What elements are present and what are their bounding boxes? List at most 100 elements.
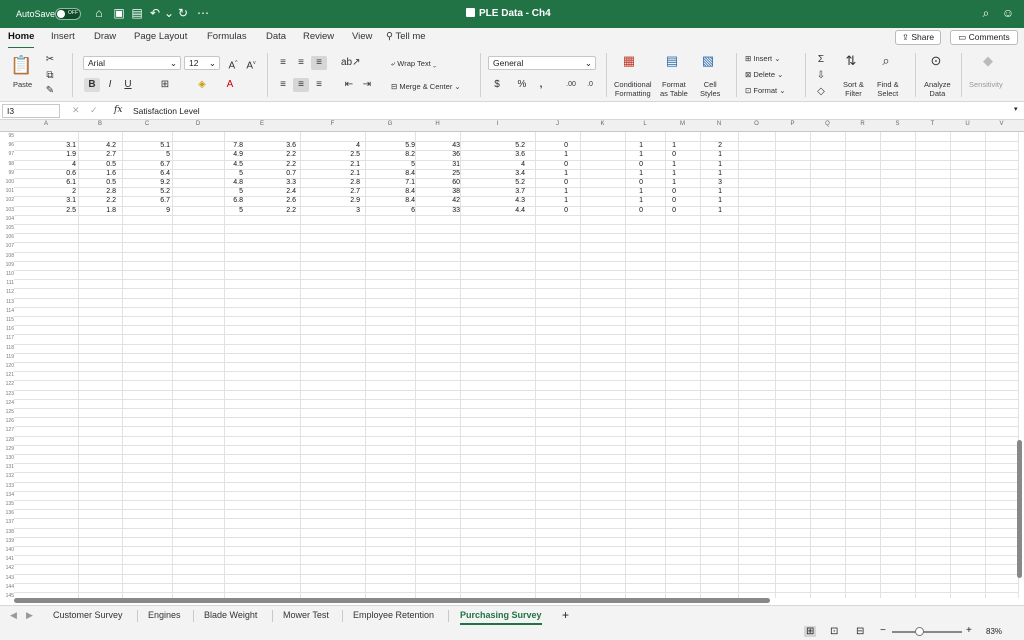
table-cell[interactable]: 2.1 (322, 161, 360, 168)
prev-sheet-icon[interactable]: ◀ (10, 610, 17, 621)
add-sheet-icon[interactable]: + (562, 608, 569, 622)
tab-home[interactable]: Home (8, 31, 35, 49)
row-header[interactable]: 108 (0, 253, 14, 261)
table-cell[interactable]: 3 (322, 207, 360, 214)
row-header[interactable]: 125 (0, 409, 14, 417)
table-cell[interactable]: 2.2 (258, 207, 296, 214)
table-cell[interactable]: 2.8 (78, 188, 116, 195)
row-header[interactable]: 132 (0, 473, 14, 481)
paste-icon[interactable]: 📋 (10, 54, 32, 76)
table-cell[interactable]: 0 (530, 179, 568, 186)
table-cell[interactable]: 2.2 (78, 197, 116, 204)
table-cell[interactable]: 6.7 (132, 161, 170, 168)
table-cell[interactable]: 1 (684, 170, 722, 177)
table-cell[interactable]: 2 (38, 188, 76, 195)
align-left-icon[interactable]: ≡ (275, 78, 291, 92)
row-header[interactable]: 128 (0, 437, 14, 445)
cell-styles-icon[interactable]: ▧ (700, 54, 716, 68)
sheet-tab-purchasing-survey[interactable]: Purchasing Survey (460, 610, 542, 625)
conditional-formatting-button[interactable]: Conditional Formatting (614, 80, 652, 98)
table-cell[interactable]: 5 (132, 151, 170, 158)
zoom-out-icon[interactable]: − (880, 625, 886, 636)
row-header[interactable]: 136 (0, 510, 14, 518)
table-cell[interactable]: 2.7 (322, 188, 360, 195)
table-cell[interactable]: 0.5 (78, 179, 116, 186)
share-button[interactable]: ⇪ Share (895, 30, 941, 45)
column-header[interactable]: J (535, 121, 580, 127)
table-cell[interactable]: 1 (684, 161, 722, 168)
fill-icon[interactable]: ⇩ (813, 69, 829, 83)
table-cell[interactable]: 5.9 (377, 142, 415, 149)
normal-view-icon[interactable]: ⊞ (804, 626, 817, 637)
table-cell[interactable]: 0 (638, 197, 676, 204)
table-cell[interactable]: 5.2 (487, 179, 525, 186)
table-cell[interactable]: 5.2 (487, 142, 525, 149)
table-cell[interactable]: 1 (684, 207, 722, 214)
sheet-tab-mower-test[interactable]: Mower Test (283, 610, 329, 620)
table-cell[interactable]: 3 (684, 179, 722, 186)
table-cell[interactable]: 1 (530, 170, 568, 177)
tab-page-layout[interactable]: Page Layout (134, 31, 187, 42)
row-header[interactable]: 113 (0, 299, 14, 307)
table-cell[interactable]: 3.4 (487, 170, 525, 177)
print-icon[interactable]: ▤ (130, 6, 144, 20)
row-header[interactable]: 130 (0, 455, 14, 463)
table-cell[interactable]: 4.4 (487, 207, 525, 214)
table-cell[interactable]: 0.5 (78, 161, 116, 168)
column-header[interactable]: C (122, 121, 172, 127)
column-header[interactable]: B (78, 121, 122, 127)
row-header[interactable]: 101 (0, 188, 14, 196)
column-header[interactable]: E (224, 121, 300, 127)
table-cell[interactable]: 5 (205, 188, 243, 195)
table-cell[interactable]: 4.5 (205, 161, 243, 168)
autosave-toggle[interactable]: OFF (55, 8, 81, 20)
table-cell[interactable]: 3.6 (258, 142, 296, 149)
table-cell[interactable]: 2.2 (258, 151, 296, 158)
table-cell[interactable]: 60 (422, 179, 460, 186)
table-cell[interactable]: 2.5 (38, 207, 76, 214)
table-cell[interactable]: 5 (377, 161, 415, 168)
row-header[interactable]: 141 (0, 556, 14, 564)
feedback-smiley-icon[interactable]: ☺ (1001, 6, 1015, 20)
row-header[interactable]: 103 (0, 207, 14, 215)
table-cell[interactable]: 38 (422, 188, 460, 195)
table-cell[interactable]: 3.1 (38, 142, 76, 149)
table-cell[interactable]: 4.9 (205, 151, 243, 158)
table-cell[interactable]: 42 (422, 197, 460, 204)
undo-dropdown-icon[interactable]: ⌄ (162, 6, 176, 20)
table-cell[interactable]: 2.5 (322, 151, 360, 158)
column-header[interactable]: S (880, 121, 915, 127)
column-header[interactable]: O (738, 121, 775, 127)
table-cell[interactable]: 8.4 (377, 197, 415, 204)
table-cell[interactable]: 7.1 (377, 179, 415, 186)
table-cell[interactable]: 43 (422, 142, 460, 149)
font-size-select[interactable]: 12 ⌄ (184, 56, 220, 70)
italic-button[interactable]: I (102, 78, 118, 92)
cell-styles-button[interactable]: Cell Styles (700, 80, 720, 98)
row-header[interactable]: 142 (0, 565, 14, 573)
currency-icon[interactable]: $ (489, 78, 505, 92)
table-cell[interactable]: 1 (684, 188, 722, 195)
format-as-table-button[interactable]: Format as Table (660, 80, 688, 98)
next-sheet-icon[interactable]: ▶ (26, 610, 33, 621)
table-cell[interactable]: 2.8 (322, 179, 360, 186)
table-cell[interactable]: 5.2 (132, 188, 170, 195)
align-middle-icon[interactable]: ≡ (293, 56, 309, 70)
table-cell[interactable]: 2.6 (258, 197, 296, 204)
undo-icon[interactable]: ↶ (148, 6, 162, 20)
row-header[interactable]: 110 (0, 271, 14, 279)
row-header[interactable]: 140 (0, 547, 14, 555)
table-cell[interactable]: 2.7 (78, 151, 116, 158)
column-header[interactable]: V (985, 121, 1018, 127)
row-header[interactable]: 131 (0, 464, 14, 472)
search-icon[interactable]: ⌕ (979, 6, 993, 20)
analyze-data-button[interactable]: Analyze Data (924, 80, 951, 98)
table-cell[interactable]: 6.1 (38, 179, 76, 186)
row-header[interactable]: 107 (0, 243, 14, 251)
clear-icon[interactable]: ◇ (813, 85, 829, 99)
autosum-icon[interactable]: Σ (813, 53, 829, 67)
table-cell[interactable]: 31 (422, 161, 460, 168)
row-header[interactable]: 109 (0, 262, 14, 270)
increase-indent-icon[interactable]: ⇥ (359, 78, 375, 92)
row-header[interactable]: 95 (0, 133, 14, 141)
